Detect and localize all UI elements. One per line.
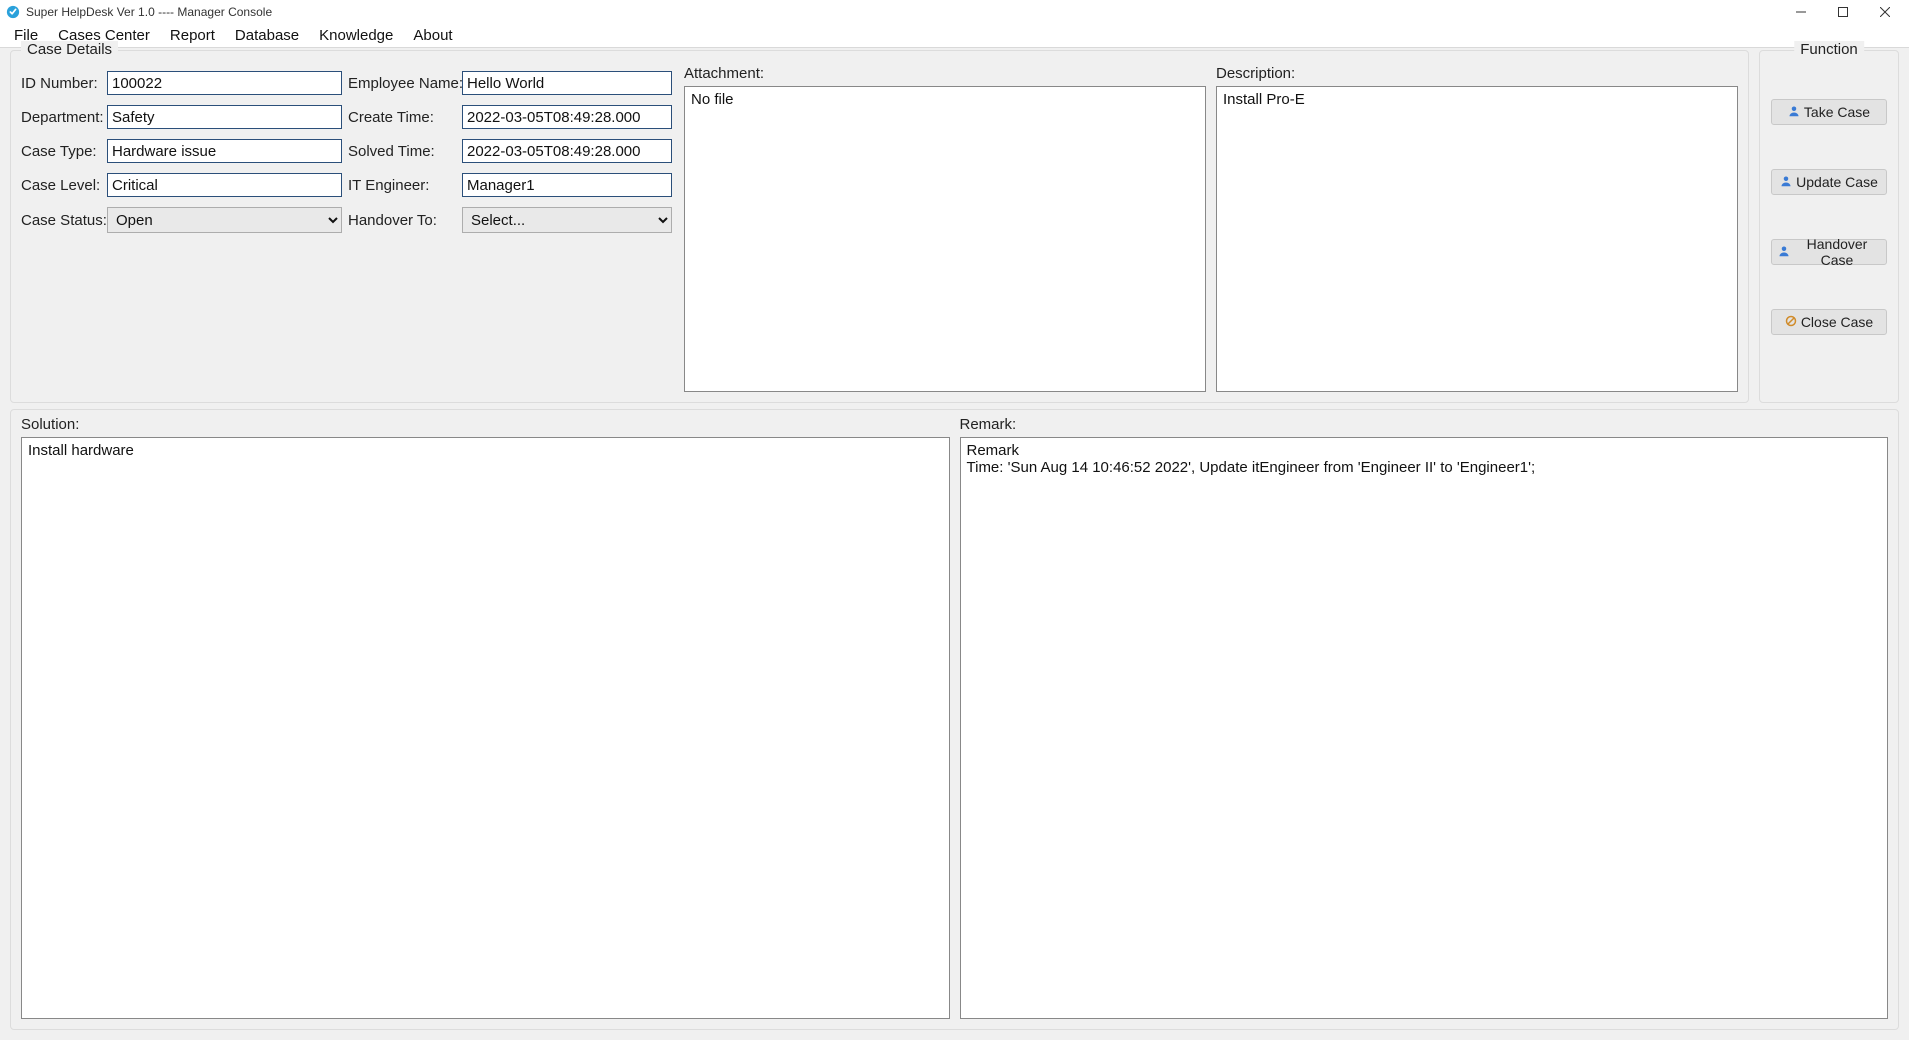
input-it-engineer[interactable] xyxy=(462,173,672,197)
label-create-time: Create Time: xyxy=(348,109,456,126)
input-department[interactable] xyxy=(107,105,342,129)
close-case-button[interactable]: Close Case xyxy=(1771,309,1887,335)
label-case-status: Case Status: xyxy=(21,212,101,229)
function-group: Function Take Case Update Case Handover … xyxy=(1759,50,1899,403)
solution-remark-group: Solution: Remark: xyxy=(10,409,1899,1030)
stop-icon xyxy=(1785,314,1797,330)
window-title: Super HelpDesk Ver 1.0 ---- Manager Cons… xyxy=(26,5,272,19)
solution-box[interactable] xyxy=(21,437,950,1019)
title-bar: Super HelpDesk Ver 1.0 ---- Manager Cons… xyxy=(0,0,1909,24)
remark-box[interactable] xyxy=(960,437,1889,1019)
take-case-button[interactable]: Take Case xyxy=(1771,99,1887,125)
menu-bar: File Cases Center Report Database Knowle… xyxy=(0,24,1909,48)
label-attachment: Attachment: xyxy=(684,65,1206,82)
label-employee-name: Employee Name: xyxy=(348,75,456,92)
case-details-group: Case Details ID Number: Employee Name: D… xyxy=(10,50,1749,403)
menu-about[interactable]: About xyxy=(403,24,462,47)
minimize-button[interactable] xyxy=(1789,0,1813,24)
label-solved-time: Solved Time: xyxy=(348,143,456,160)
description-box[interactable] xyxy=(1216,86,1738,392)
input-case-level[interactable] xyxy=(107,173,342,197)
label-handover-to: Handover To: xyxy=(348,212,456,229)
function-legend: Function xyxy=(1794,41,1864,58)
label-case-level: Case Level: xyxy=(21,177,101,194)
select-handover-to[interactable]: Select... xyxy=(462,207,672,233)
update-case-label: Update Case xyxy=(1796,174,1878,190)
case-details-legend: Case Details xyxy=(21,41,118,58)
label-id-number: ID Number: xyxy=(21,75,101,92)
user-icon xyxy=(1788,104,1800,120)
close-window-button[interactable] xyxy=(1873,0,1897,24)
update-case-button[interactable]: Update Case xyxy=(1771,169,1887,195)
user-icon xyxy=(1780,174,1792,190)
maximize-button[interactable] xyxy=(1831,0,1855,24)
content-area: Case Details ID Number: Employee Name: D… xyxy=(0,48,1909,1040)
input-case-type[interactable] xyxy=(107,139,342,163)
handover-case-label: Handover Case xyxy=(1794,236,1880,268)
case-form: ID Number: Employee Name: Department: Cr… xyxy=(21,65,672,233)
input-employee-name[interactable] xyxy=(462,71,672,95)
close-case-label: Close Case xyxy=(1801,314,1873,330)
input-solved-time[interactable] xyxy=(462,139,672,163)
label-it-engineer: IT Engineer: xyxy=(348,177,456,194)
label-remark: Remark: xyxy=(960,416,1889,433)
label-description: Description: xyxy=(1216,65,1738,82)
app-icon xyxy=(6,5,20,19)
take-case-label: Take Case xyxy=(1804,104,1870,120)
select-case-status[interactable]: Open xyxy=(107,207,342,233)
input-create-time[interactable] xyxy=(462,105,672,129)
handover-case-button[interactable]: Handover Case xyxy=(1771,239,1887,265)
menu-report[interactable]: Report xyxy=(160,24,225,47)
attachment-box[interactable] xyxy=(684,86,1206,392)
menu-knowledge[interactable]: Knowledge xyxy=(309,24,403,47)
menu-database[interactable]: Database xyxy=(225,24,309,47)
input-id-number[interactable] xyxy=(107,71,342,95)
label-solution: Solution: xyxy=(21,416,950,433)
label-case-type: Case Type: xyxy=(21,143,101,160)
user-icon xyxy=(1778,244,1790,260)
label-department: Department: xyxy=(21,109,101,126)
